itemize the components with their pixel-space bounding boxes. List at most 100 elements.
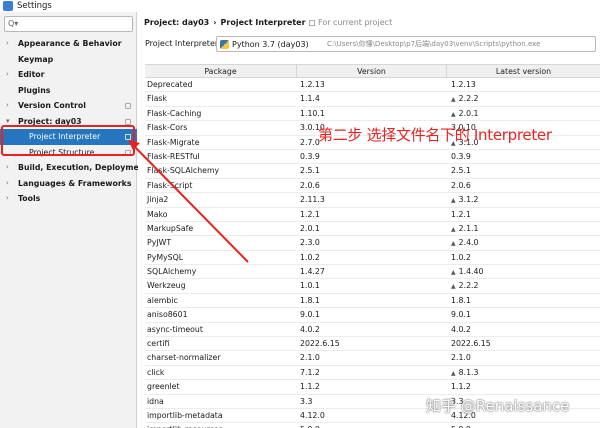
package-version: 2.11.3 xyxy=(300,195,325,205)
latest-version-value: 2.5.1 xyxy=(451,166,471,176)
package-version: 2.3.0 xyxy=(300,238,320,248)
breadcrumb: Project: day03 › Project Interpreter For c… xyxy=(144,17,392,29)
sidebar-item-plugins[interactable]: Plugins xyxy=(0,83,137,99)
package-name: Werkzeug xyxy=(147,281,186,291)
package-version: 9.0.1 xyxy=(300,310,320,320)
column-header-package[interactable]: Package xyxy=(145,65,297,78)
search-input[interactable] xyxy=(23,19,129,30)
chevron-right-icon[interactable]: › xyxy=(6,191,9,207)
table-row[interactable]: aniso8601 9.0.1 9.0.1 xyxy=(145,308,600,323)
sidebar-item-editor[interactable]: › Editor xyxy=(0,67,137,83)
package-latest-version: ▲ 2.0.1 xyxy=(451,107,478,121)
table-row[interactable]: Mako 1.2.1 1.2.1 xyxy=(145,208,600,222)
interpreter-select[interactable]: Python 3.7 (day03) C:\Users\你懂\Desktop\p… xyxy=(216,36,596,52)
column-header-latest-version[interactable]: Latest version xyxy=(447,65,600,78)
chevron-right-icon[interactable]: › xyxy=(6,176,9,192)
package-latest-version: 1.1.2 xyxy=(451,380,471,394)
upgrade-available-icon: ▲ xyxy=(451,283,456,291)
column-header-version[interactable]: Version xyxy=(297,65,447,78)
table-row[interactable]: certifi 2022.6.15 2022.6.15 xyxy=(145,337,600,352)
table-row[interactable]: Deprecated 1.2.13 1.2.13 xyxy=(145,78,600,93)
package-latest-version: 5.9.0 xyxy=(451,423,471,428)
upgrade-available-icon: ▲ xyxy=(451,240,456,248)
table-row[interactable]: Flask-Caching 1.10.1 ▲ 2.0.1 xyxy=(145,107,600,122)
table-row[interactable]: charset-normalizer 2.1.0 2.1.0 xyxy=(145,351,600,366)
package-name: greenlet xyxy=(147,382,180,392)
table-row[interactable]: greenlet 1.1.2 1.1.2 xyxy=(145,380,600,395)
package-name: idna xyxy=(147,396,164,406)
settings-tree: › Appearance & Behavior Keymap › Editor Plugi… xyxy=(0,36,148,207)
table-row[interactable]: SQLAlchemy 1.4.27 ▲ 1.4.40 xyxy=(145,265,600,280)
package-version: 2.5.1 xyxy=(300,166,320,176)
table-row[interactable]: Jinja2 2.11.3 ▲ 3.1.2 xyxy=(145,193,600,208)
scope-note-text: For current project xyxy=(318,18,393,27)
package-name: Flask-RESTful xyxy=(147,151,200,161)
package-version: 2.7.0 xyxy=(300,137,320,147)
table-row[interactable]: async-timeout 4.0.2 4.0.2 xyxy=(145,323,600,338)
annotation-text: 第二步 选择文件名下的 Interpreter xyxy=(318,126,552,144)
package-name: Flask-Migrate xyxy=(147,137,200,147)
package-version: 1.0.2 xyxy=(300,252,320,262)
main-panel: Project: day03 › Project Interpreter For c… xyxy=(138,12,600,428)
package-name: PyMySQL xyxy=(147,252,184,262)
package-name: PyJWT xyxy=(147,238,172,248)
table-row[interactable]: importlib-resources 5.9.0 5.9.0 xyxy=(145,423,600,428)
sidebar-item-label: Tools xyxy=(18,194,41,203)
package-latest-version: ▲ 1.4.40 xyxy=(451,265,483,279)
sidebar-item-tools[interactable]: › Tools xyxy=(0,191,137,207)
latest-version-value: 9.0.1 xyxy=(451,310,471,320)
interpreter-path: C:\Users\你懂\Desktop\p7后端\day03\venv\Scri… xyxy=(327,40,541,48)
chevron-right-icon[interactable]: › xyxy=(6,98,9,114)
window-title: Settings xyxy=(17,1,52,11)
package-version: 2.0.6 xyxy=(300,180,320,190)
sidebar-item-build-execution-deployment[interactable]: › Build, Execution, Deployment xyxy=(0,160,148,176)
package-name: importlib-metadata xyxy=(147,410,223,420)
sidebar-item-appearance-behavior[interactable]: › Appearance & Behavior xyxy=(0,36,137,52)
package-name: charset-normalizer xyxy=(147,353,221,363)
package-version: 1.10.1 xyxy=(300,108,325,118)
package-name: Flask xyxy=(147,94,168,104)
sidebar-item-keymap[interactable]: Keymap xyxy=(0,52,137,68)
table-row[interactable]: alembic 1.8.1 1.8.1 xyxy=(145,294,600,309)
table-row[interactable]: Flask-RESTful 0.3.9 0.3.9 xyxy=(145,150,600,165)
table-row[interactable]: MarkupSafe 2.0.1 ▲ 2.1.1 xyxy=(145,222,600,237)
package-name: Flask-Caching xyxy=(147,108,202,118)
table-row[interactable]: click 7.1.2 ▲ 8.1.3 xyxy=(145,366,600,381)
chevron-right-icon[interactable]: › xyxy=(6,36,9,52)
sidebar-item-label: Build, Execution, Deployment xyxy=(18,163,149,172)
latest-version-value: 2.1.1 xyxy=(458,223,479,233)
package-latest-version: 2022.6.15 xyxy=(451,337,491,351)
sidebar-item-label: Appearance & Behavior xyxy=(18,39,122,48)
package-name: importlib-resources xyxy=(147,423,223,428)
table-row[interactable]: Flask-SQLAlchemy 2.5.1 2.5.1 xyxy=(145,164,600,179)
upgrade-available-icon: ▲ xyxy=(451,369,456,377)
table-row[interactable]: PyMySQL 1.0.2 1.0.2 xyxy=(145,251,600,266)
sidebar-item-version-control[interactable]: › Version Control xyxy=(0,98,137,114)
search-box[interactable]: Q▾ xyxy=(4,16,133,32)
table-row[interactable]: Flask 1.1.4 ▲ 2.2.2 xyxy=(145,92,600,107)
chevron-right-icon[interactable]: › xyxy=(6,160,9,176)
package-name: Flask-SQLAlchemy xyxy=(147,166,220,176)
package-version: 2022.6.15 xyxy=(300,339,340,349)
package-latest-version: ▲ 3.1.2 xyxy=(451,193,478,207)
latest-version-value: 2.0.6 xyxy=(451,180,471,190)
chevron-right-icon[interactable]: › xyxy=(6,67,9,83)
interpreter-label: Project Interpreter: xyxy=(145,39,221,48)
package-version: 7.1.2 xyxy=(300,367,320,377)
title-bar: Settings xyxy=(0,0,600,12)
package-name: Deprecated xyxy=(147,80,193,89)
sidebar-item-languages-frameworks[interactable]: › Languages & Frameworks xyxy=(0,176,137,192)
table-row[interactable]: Flask-Script 2.0.6 2.0.6 xyxy=(145,179,600,194)
table-row[interactable]: PyJWT 2.3.0 ▲ 2.4.0 xyxy=(145,236,600,251)
package-latest-version: 2.5.1 xyxy=(451,164,471,178)
upgrade-available-icon: ▲ xyxy=(451,197,456,205)
package-latest-version: 1.2.13 xyxy=(451,78,476,92)
settings-sidebar: Q▾ › Appearance & Behavior Keymap › Editor Pl… xyxy=(0,12,148,428)
breadcrumb-project: Project: day03 xyxy=(144,18,210,27)
table-header: Package Version Latest version xyxy=(145,65,600,78)
table-row[interactable]: Werkzeug 1.0.1 ▲ 2.2.2 xyxy=(145,279,600,294)
package-name: click xyxy=(147,367,165,377)
package-name: aniso8601 xyxy=(147,310,188,320)
latest-version-value: 8.1.3 xyxy=(458,367,479,377)
latest-version-value: 1.8.1 xyxy=(451,295,471,305)
